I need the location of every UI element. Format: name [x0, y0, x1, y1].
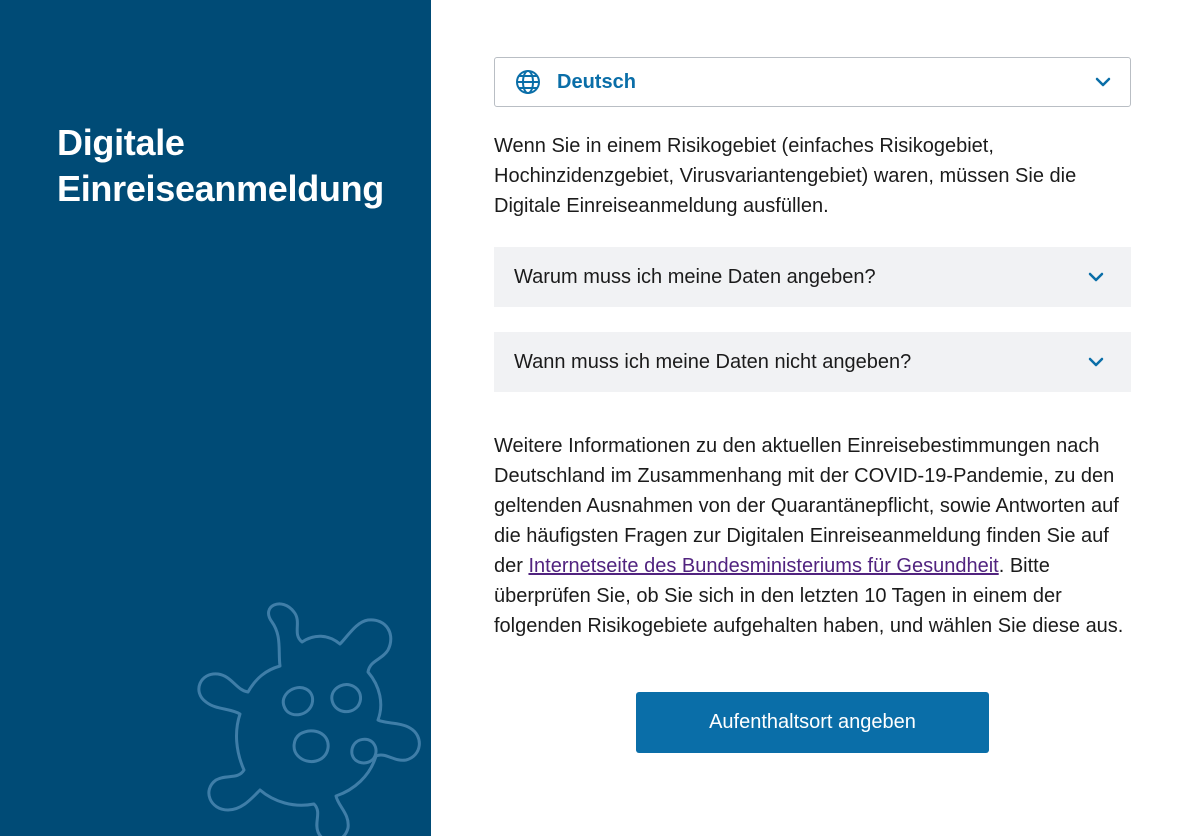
- language-selected-label: Deutsch: [557, 70, 636, 93]
- virus-illustration-icon: [197, 602, 421, 836]
- chevron-down-icon: [1087, 268, 1105, 286]
- accordion-label: Wann muss ich meine Daten nicht angeben?: [514, 350, 912, 373]
- globe-icon: [515, 69, 541, 95]
- language-select[interactable]: Deutsch: [494, 57, 1131, 107]
- chevron-down-icon: [1087, 353, 1105, 371]
- app-title: Digitale Einreiseanmeldung: [57, 120, 384, 212]
- info-text: Weitere Informationen zu den aktuellen E…: [494, 431, 1134, 641]
- app-title-line2: Einreiseanmeldung: [57, 168, 384, 209]
- accordion-why-data[interactable]: Warum muss ich meine Daten angeben?: [494, 247, 1131, 307]
- intro-text: Wenn Sie in einem Risikogebiet (einfache…: [494, 135, 1077, 217]
- accordion-when-not-data[interactable]: Wann muss ich meine Daten nicht angeben?: [494, 332, 1131, 392]
- sidebar: Digitale Einreiseanmeldung: [0, 0, 431, 836]
- specify-location-button[interactable]: Aufenthaltsort angeben: [636, 692, 989, 753]
- app-title-line1: Digitale: [57, 122, 185, 163]
- chevron-down-icon: [1094, 73, 1112, 91]
- accordion-label: Warum muss ich meine Daten angeben?: [514, 265, 876, 288]
- ministry-health-link[interactable]: Internetseite des Bundesministeriums für…: [528, 555, 998, 577]
